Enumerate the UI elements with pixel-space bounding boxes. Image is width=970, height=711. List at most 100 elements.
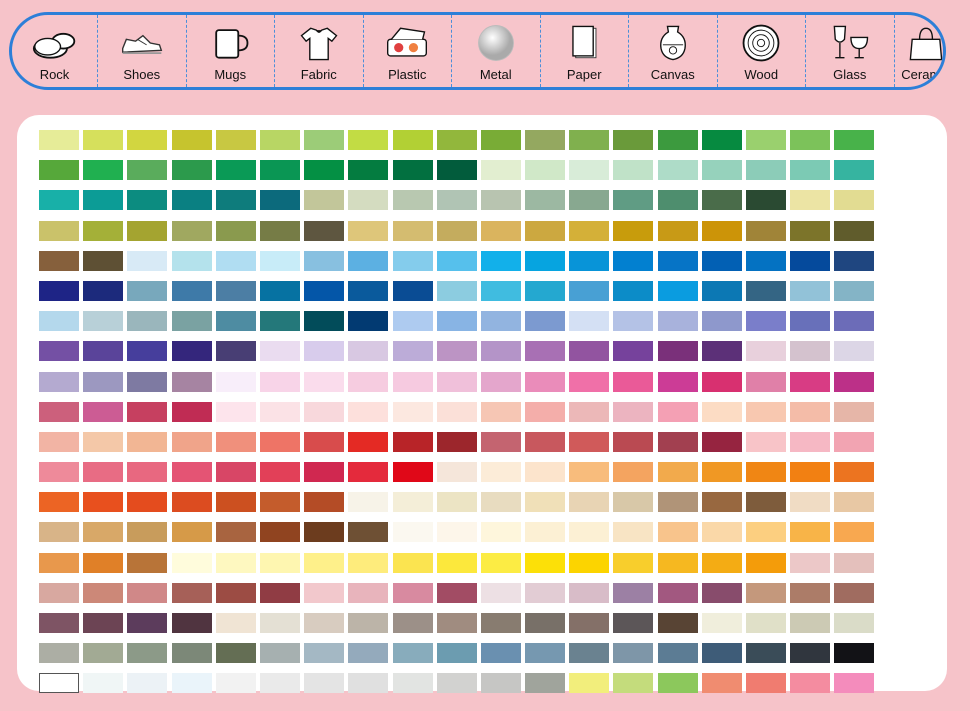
- color-swatch[interactable]: [701, 280, 742, 301]
- color-swatch[interactable]: [304, 341, 345, 362]
- color-swatch[interactable]: [701, 371, 742, 392]
- color-swatch[interactable]: [171, 160, 212, 181]
- color-swatch[interactable]: [525, 250, 566, 271]
- color-swatch[interactable]: [746, 522, 786, 543]
- material-tab-fabric[interactable]: Fabric: [275, 15, 364, 87]
- color-swatch[interactable]: [304, 130, 345, 150]
- color-swatch[interactable]: [569, 190, 610, 211]
- color-swatch[interactable]: [834, 431, 875, 452]
- color-swatch[interactable]: [613, 462, 654, 483]
- color-swatch[interactable]: [348, 341, 389, 362]
- material-tab-metal[interactable]: Metal: [452, 15, 541, 87]
- color-swatch[interactable]: [171, 190, 212, 211]
- color-swatch[interactable]: [259, 431, 300, 452]
- material-tab-shoes[interactable]: Shoes: [98, 15, 187, 87]
- color-swatch[interactable]: [480, 190, 521, 211]
- color-swatch[interactable]: [746, 341, 786, 362]
- color-swatch[interactable]: [259, 280, 300, 301]
- color-swatch[interactable]: [127, 130, 168, 150]
- color-swatch[interactable]: [613, 190, 654, 211]
- color-swatch[interactable]: [39, 190, 79, 211]
- color-swatch[interactable]: [480, 401, 521, 422]
- color-swatch[interactable]: [701, 552, 742, 573]
- color-swatch[interactable]: [39, 552, 79, 573]
- color-swatch[interactable]: [790, 462, 831, 483]
- color-swatch[interactable]: [569, 492, 610, 513]
- color-swatch[interactable]: [171, 613, 212, 633]
- color-swatch[interactable]: [171, 401, 212, 422]
- color-swatch[interactable]: [304, 190, 345, 211]
- color-swatch[interactable]: [480, 311, 521, 332]
- color-swatch[interactable]: [569, 371, 610, 392]
- color-swatch[interactable]: [304, 522, 345, 543]
- color-swatch[interactable]: [701, 613, 742, 633]
- color-swatch[interactable]: [39, 220, 79, 241]
- color-swatch[interactable]: [392, 311, 433, 332]
- material-tab-glass[interactable]: Glass: [806, 15, 895, 87]
- color-swatch[interactable]: [657, 250, 698, 271]
- color-swatch[interactable]: [171, 130, 212, 150]
- color-swatch[interactable]: [259, 522, 300, 543]
- color-swatch[interactable]: [127, 673, 168, 694]
- color-swatch[interactable]: [39, 401, 79, 422]
- color-swatch[interactable]: [304, 431, 345, 452]
- color-swatch[interactable]: [392, 462, 433, 483]
- color-swatch[interactable]: [436, 522, 477, 543]
- color-swatch[interactable]: [746, 673, 786, 694]
- color-swatch[interactable]: [83, 552, 124, 573]
- color-swatch[interactable]: [304, 250, 345, 271]
- color-swatch[interactable]: [304, 280, 345, 301]
- color-swatch[interactable]: [39, 673, 79, 694]
- color-swatch[interactable]: [215, 160, 256, 181]
- color-swatch[interactable]: [348, 160, 389, 181]
- color-swatch[interactable]: [259, 401, 300, 422]
- color-swatch[interactable]: [480, 431, 521, 452]
- color-swatch[interactable]: [259, 582, 300, 603]
- color-swatch[interactable]: [790, 190, 831, 211]
- color-swatch[interactable]: [39, 341, 79, 362]
- color-swatch[interactable]: [701, 462, 742, 483]
- color-swatch[interactable]: [83, 462, 124, 483]
- color-swatch[interactable]: [304, 220, 345, 241]
- color-swatch[interactable]: [480, 220, 521, 241]
- color-swatch[interactable]: [436, 341, 477, 362]
- color-swatch[interactable]: [436, 462, 477, 483]
- color-swatch[interactable]: [613, 492, 654, 513]
- color-swatch[interactable]: [127, 431, 168, 452]
- color-swatch[interactable]: [569, 311, 610, 332]
- color-swatch[interactable]: [746, 462, 786, 483]
- color-swatch[interactable]: [436, 190, 477, 211]
- material-tab-wood[interactable]: Wood: [718, 15, 806, 87]
- color-swatch[interactable]: [392, 673, 433, 694]
- color-swatch[interactable]: [436, 220, 477, 241]
- color-swatch[interactable]: [525, 130, 566, 150]
- color-swatch[interactable]: [569, 160, 610, 181]
- color-swatch[interactable]: [790, 280, 831, 301]
- color-swatch[interactable]: [348, 130, 389, 150]
- color-swatch[interactable]: [215, 643, 256, 664]
- color-swatch[interactable]: [127, 582, 168, 603]
- color-swatch[interactable]: [83, 280, 124, 301]
- color-swatch[interactable]: [657, 401, 698, 422]
- color-swatch[interactable]: [304, 160, 345, 181]
- color-swatch[interactable]: [834, 220, 875, 241]
- color-swatch[interactable]: [657, 220, 698, 241]
- color-swatch[interactable]: [171, 280, 212, 301]
- color-swatch[interactable]: [834, 280, 875, 301]
- color-swatch[interactable]: [657, 130, 698, 150]
- color-swatch[interactable]: [392, 552, 433, 573]
- color-swatch[interactable]: [480, 160, 521, 181]
- color-swatch[interactable]: [39, 613, 79, 633]
- color-swatch[interactable]: [701, 582, 742, 603]
- color-swatch[interactable]: [657, 190, 698, 211]
- color-swatch[interactable]: [436, 311, 477, 332]
- color-swatch[interactable]: [83, 613, 124, 633]
- color-swatch[interactable]: [569, 250, 610, 271]
- color-swatch[interactable]: [701, 190, 742, 211]
- color-swatch[interactable]: [834, 552, 875, 573]
- color-swatch[interactable]: [127, 462, 168, 483]
- color-swatch[interactable]: [215, 462, 256, 483]
- color-swatch[interactable]: [83, 522, 124, 543]
- color-swatch[interactable]: [348, 462, 389, 483]
- color-swatch[interactable]: [83, 311, 124, 332]
